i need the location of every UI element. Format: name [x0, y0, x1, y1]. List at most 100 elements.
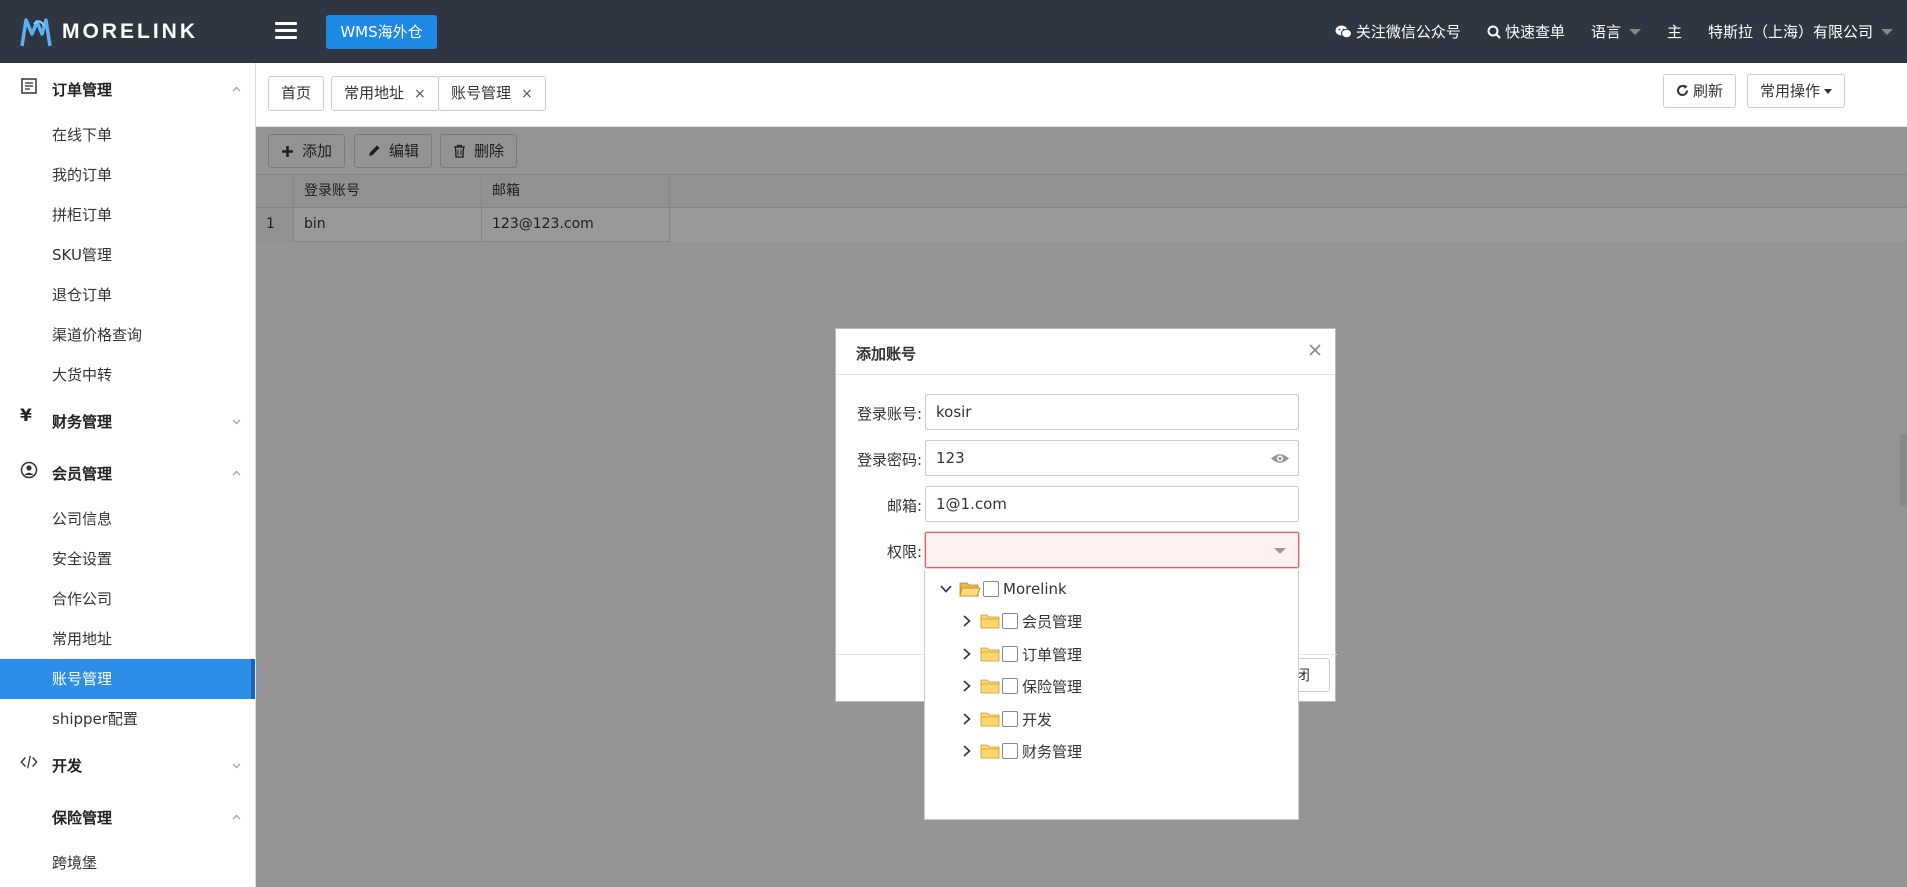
- logo-text: MORELINK: [62, 20, 198, 43]
- sidebar-item-consolidation-orders[interactable]: 拼柜订单: [0, 195, 255, 235]
- quick-search-link[interactable]: 快速查单: [1487, 21, 1565, 42]
- sidebar-group-finance[interactable]: ¥ 财务管理: [0, 395, 255, 447]
- password-input[interactable]: 123: [925, 440, 1299, 476]
- logo[interactable]: MORELINK: [20, 16, 198, 48]
- sidebar-item-sku[interactable]: SKU管理: [0, 235, 255, 275]
- sidebar-group-label: 保险管理: [52, 808, 113, 827]
- refresh-button[interactable]: 刷新: [1663, 74, 1737, 108]
- account-label: 登录账号:: [856, 405, 922, 423]
- chevron-right-icon[interactable]: [958, 743, 976, 759]
- chevron-right-icon[interactable]: [958, 646, 976, 662]
- tree-node-finance[interactable]: 财务管理: [958, 739, 1082, 763]
- tab-home[interactable]: 首页: [268, 76, 325, 111]
- tab-label: 账号管理: [451, 84, 512, 102]
- password-value: 123: [936, 449, 965, 467]
- tree-node-dev[interactable]: 开发: [958, 707, 1052, 731]
- tree-checkbox[interactable]: [983, 581, 999, 597]
- tab-account-management[interactable]: 账号管理 ×: [438, 76, 546, 111]
- sidebar-item-cross-border[interactable]: 跨境堡: [0, 843, 255, 883]
- sidebar-item-my-orders[interactable]: 我的订单: [0, 155, 255, 195]
- sidebar-group-dev[interactable]: 开发: [0, 739, 255, 791]
- language-dropdown[interactable]: 语言: [1591, 21, 1641, 42]
- close-icon[interactable]: ×: [521, 86, 533, 102]
- sidebar-item-bulk-transfer[interactable]: 大货中转: [0, 355, 255, 395]
- tree-checkbox[interactable]: [1002, 743, 1018, 759]
- user-icon: [20, 461, 38, 479]
- tab-label: 常用地址: [344, 84, 405, 102]
- sidebar-group-label: 会员管理: [52, 464, 113, 483]
- eye-icon[interactable]: [1270, 452, 1290, 465]
- tree-node-insurance[interactable]: 保险管理: [958, 674, 1082, 698]
- chevron-right-icon[interactable]: [958, 678, 976, 694]
- tree-checkbox[interactable]: [1002, 613, 1018, 629]
- sidebar-item-account-management[interactable]: 账号管理: [0, 659, 255, 699]
- sidebar-group-member[interactable]: 会员管理: [0, 447, 255, 499]
- code-icon: [20, 755, 38, 769]
- permission-select[interactable]: [925, 532, 1299, 568]
- sidebar-item-online-order[interactable]: 在线下单: [0, 115, 255, 155]
- sidebar-item-return-orders[interactable]: 退仓订单: [0, 275, 255, 315]
- user-role-label: 主: [1666, 23, 1682, 41]
- folder-icon: [980, 647, 1000, 662]
- wechat-icon: [1335, 25, 1352, 38]
- morelink-logo-icon: [20, 18, 52, 47]
- sidebar-item-channel-price[interactable]: 渠道价格查询: [0, 315, 255, 355]
- caret-down-icon: [1628, 28, 1641, 35]
- wechat-follow-label: 关注微信公众号: [1355, 23, 1461, 41]
- top-right-menu: 关注微信公众号 快速查单 语言 主 特斯拉（上海）有限公司: [1335, 0, 1907, 63]
- sidebar-group-order[interactable]: 订单管理: [0, 63, 255, 115]
- tree-node-label: 订单管理: [1022, 645, 1083, 664]
- chevron-down-icon: [232, 763, 241, 769]
- language-label: 语言: [1590, 23, 1621, 41]
- folder-icon: [980, 614, 1000, 629]
- email-label: 邮箱:: [886, 497, 922, 515]
- email-input[interactable]: 1@1.com: [925, 486, 1299, 522]
- tree-node-label: 保险管理: [1022, 677, 1083, 696]
- dialog-header: 添加账号: [836, 329, 1335, 375]
- form-row-account: 登录账号: kosir: [836, 394, 1337, 430]
- chevron-up-icon: [232, 86, 241, 92]
- side-drawer-handle[interactable]: [1900, 434, 1907, 506]
- sidebar-item-company-info[interactable]: 公司信息: [0, 499, 255, 539]
- wms-warehouse-button[interactable]: WMS海外仓: [326, 15, 437, 49]
- caret-down-icon: [1824, 89, 1833, 94]
- hamburger-bar: [275, 36, 297, 39]
- chevron-right-icon[interactable]: [958, 711, 976, 727]
- chevron-right-icon[interactable]: [958, 613, 976, 629]
- close-icon[interactable]: ×: [414, 86, 426, 102]
- close-icon[interactable]: [1305, 340, 1325, 360]
- tab-common-address[interactable]: 常用地址 ×: [331, 76, 439, 111]
- account-input[interactable]: kosir: [925, 394, 1299, 430]
- sidebar-item-common-address[interactable]: 常用地址: [0, 619, 255, 659]
- form-row-email: 邮箱: 1@1.com: [836, 486, 1337, 522]
- company-dropdown[interactable]: 特斯拉（上海）有限公司: [1708, 21, 1893, 42]
- sidebar-item-security[interactable]: 安全设置: [0, 539, 255, 579]
- tree-checkbox[interactable]: [1002, 711, 1018, 727]
- wechat-follow-link[interactable]: 关注微信公众号: [1335, 21, 1461, 42]
- hamburger-bar: [275, 29, 297, 32]
- folder-icon: [980, 712, 1000, 727]
- chevron-down-icon[interactable]: [937, 581, 955, 597]
- tab-bar: 首页 常用地址 × 账号管理 × 刷新 常用操作: [256, 63, 1907, 164]
- tree-node-label: 开发: [1022, 710, 1053, 729]
- tree-node-member[interactable]: 会员管理: [958, 609, 1082, 633]
- sidebar-group-insurance[interactable]: 保险管理: [0, 791, 255, 843]
- sidebar-item-partner-company[interactable]: 合作公司: [0, 579, 255, 619]
- tree-node-root[interactable]: Morelink: [937, 577, 1067, 601]
- hamburger-bar: [275, 22, 297, 25]
- dialog-title: 添加账号: [856, 345, 917, 363]
- common-ops-dropdown[interactable]: 常用操作: [1747, 74, 1846, 108]
- tree-checkbox[interactable]: [1002, 678, 1018, 694]
- tree-node-order[interactable]: 订单管理: [958, 642, 1082, 666]
- sidebar-group-label: 财务管理: [52, 412, 113, 431]
- tree-node-label: 会员管理: [1022, 612, 1083, 631]
- chevron-up-icon: [232, 470, 241, 476]
- sidebar: 订单管理 在线下单 我的订单 拼柜订单 SKU管理 退仓订单 渠道价格查询 大货…: [0, 63, 256, 887]
- menu-toggle-button[interactable]: [275, 22, 297, 40]
- sidebar-item-shipper-config[interactable]: shipper配置: [0, 699, 255, 739]
- order-icon: [21, 78, 37, 94]
- refresh-label: 刷新: [1693, 82, 1724, 100]
- tree-checkbox[interactable]: [1002, 646, 1018, 662]
- chevron-up-icon: [232, 814, 241, 820]
- user-role: 主: [1667, 21, 1682, 42]
